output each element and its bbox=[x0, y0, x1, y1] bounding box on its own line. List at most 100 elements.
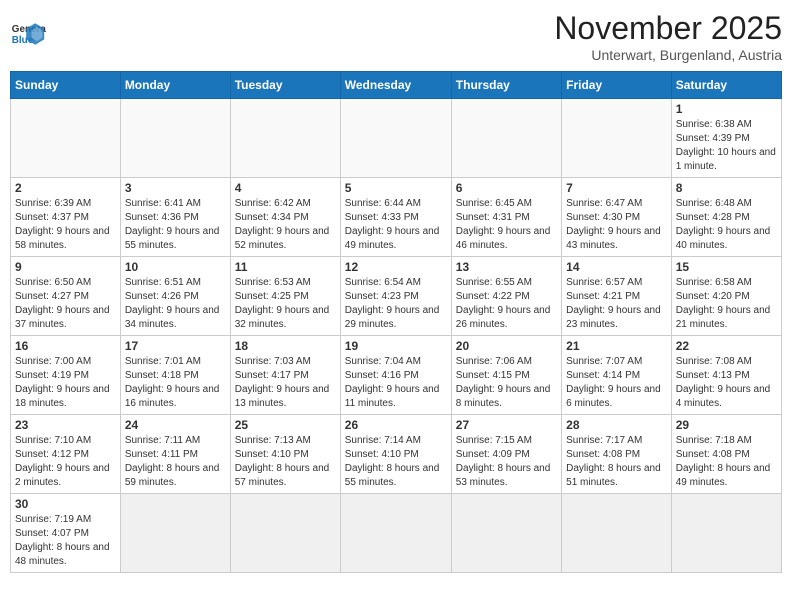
day-info: Sunrise: 7:18 AM Sunset: 4:08 PM Dayligh… bbox=[676, 434, 777, 490]
day-number: 22 bbox=[676, 339, 777, 353]
day-number: 5 bbox=[345, 181, 447, 195]
week-row-4: 16 Sunrise: 7:00 AM Sunset: 4:19 PM Dayli… bbox=[11, 336, 782, 415]
day-cell bbox=[340, 494, 451, 573]
day-number: 15 bbox=[676, 260, 777, 274]
day-cell: 8Sunrise: 6:48 AM Sunset: 4:28 PM Daylig… bbox=[671, 178, 781, 257]
day-cell bbox=[562, 494, 672, 573]
day-number: 19 bbox=[345, 339, 447, 353]
week-row-5: 23Sunrise: 7:10 AM Sunset: 4:12 PM Dayli… bbox=[11, 415, 782, 494]
day-info: Sunrise: 7:13 AM Sunset: 4:10 PM Dayligh… bbox=[235, 434, 336, 490]
day-info: Sunrise: 7:19 AM Sunset: 4:07 PM Dayligh… bbox=[15, 513, 116, 569]
day-number: 18 bbox=[235, 339, 336, 353]
weekday-header-row: SundayMondayTuesdayWednesdayThursdayFrid… bbox=[11, 72, 782, 99]
day-cell: 26Sunrise: 7:14 AM Sunset: 4:10 PM Dayli… bbox=[340, 415, 451, 494]
day-info: Sunrise: 7:08 AM Sunset: 4:13 PM Dayligh… bbox=[676, 355, 777, 411]
day-cell bbox=[340, 99, 451, 178]
day-info: Sunrise: 6:54 AM Sunset: 4:23 PM Dayligh… bbox=[345, 276, 447, 332]
day-cell: 1 Sunrise: 6:38 AM Sunset: 4:39 PM Daylig… bbox=[671, 99, 781, 178]
day-number: 16 bbox=[15, 339, 116, 353]
day-cell: 30 Sunrise: 7:19 AM Sunset: 4:07 PM Dayli… bbox=[11, 494, 121, 573]
day-cell: 11 Sunrise: 6:53 AM Sunset: 4:25 PM Dayli… bbox=[230, 257, 340, 336]
day-number: 13 bbox=[456, 260, 557, 274]
day-cell: 9Sunrise: 6:50 AM Sunset: 4:27 PM Daylig… bbox=[11, 257, 121, 336]
day-cell: 19Sunrise: 7:04 AM Sunset: 4:16 PM Dayli… bbox=[340, 336, 451, 415]
day-info: Sunrise: 6:50 AM Sunset: 4:27 PM Dayligh… bbox=[15, 276, 116, 332]
day-info: Sunrise: 7:15 AM Sunset: 4:09 PM Dayligh… bbox=[456, 434, 557, 490]
day-cell bbox=[451, 99, 561, 178]
weekday-header-sunday: Sunday bbox=[11, 72, 121, 99]
day-cell: 4Sunrise: 6:42 AM Sunset: 4:34 PM Daylig… bbox=[230, 178, 340, 257]
weekday-header-friday: Friday bbox=[562, 72, 672, 99]
day-cell: 17 Sunrise: 7:01 AM Sunset: 4:18 PM Dayli… bbox=[120, 336, 230, 415]
day-info: Sunrise: 7:17 AM Sunset: 4:08 PM Dayligh… bbox=[566, 434, 667, 490]
day-cell: 24 Sunrise: 7:11 AM Sunset: 4:11 PM Dayli… bbox=[120, 415, 230, 494]
title-area: November 2025 Unterwart, Burgenland, Aus… bbox=[554, 10, 782, 63]
day-cell bbox=[230, 99, 340, 178]
day-info: Sunrise: 6:48 AM Sunset: 4:28 PM Dayligh… bbox=[676, 197, 777, 253]
day-number: 10 bbox=[125, 260, 226, 274]
day-cell: 27 Sunrise: 7:15 AM Sunset: 4:09 PM Dayli… bbox=[451, 415, 561, 494]
month-title: November 2025 bbox=[554, 10, 782, 47]
day-info: Sunrise: 7:14 AM Sunset: 4:10 PM Dayligh… bbox=[345, 434, 447, 490]
day-cell: 22 Sunrise: 7:08 AM Sunset: 4:13 PM Dayli… bbox=[671, 336, 781, 415]
logo: General Blue bbox=[10, 10, 46, 52]
day-cell bbox=[451, 494, 561, 573]
day-info: Sunrise: 7:07 AM Sunset: 4:14 PM Dayligh… bbox=[566, 355, 667, 411]
weekday-header-wednesday: Wednesday bbox=[340, 72, 451, 99]
day-cell: 14Sunrise: 6:57 AM Sunset: 4:21 PM Dayli… bbox=[562, 257, 672, 336]
day-info: Sunrise: 6:55 AM Sunset: 4:22 PM Dayligh… bbox=[456, 276, 557, 332]
day-info: Sunrise: 6:44 AM Sunset: 4:33 PM Dayligh… bbox=[345, 197, 447, 253]
day-info: Sunrise: 7:11 AM Sunset: 4:11 PM Dayligh… bbox=[125, 434, 226, 490]
day-number: 6 bbox=[456, 181, 557, 195]
day-info: Sunrise: 6:39 AM Sunset: 4:37 PM Dayligh… bbox=[15, 197, 116, 253]
day-cell bbox=[120, 99, 230, 178]
day-number: 11 bbox=[235, 260, 336, 274]
week-row-6: 30 Sunrise: 7:19 AM Sunset: 4:07 PM Dayli… bbox=[11, 494, 782, 573]
day-cell: 3Sunrise: 6:41 AM Sunset: 4:36 PM Daylig… bbox=[120, 178, 230, 257]
day-cell bbox=[671, 494, 781, 573]
day-number: 25 bbox=[235, 418, 336, 432]
day-cell: 6 Sunrise: 6:45 AM Sunset: 4:31 PM Daylig… bbox=[451, 178, 561, 257]
day-info: Sunrise: 6:53 AM Sunset: 4:25 PM Dayligh… bbox=[235, 276, 336, 332]
day-cell bbox=[120, 494, 230, 573]
day-number: 3 bbox=[125, 181, 226, 195]
day-cell: 20 Sunrise: 7:06 AM Sunset: 4:15 PM Dayli… bbox=[451, 336, 561, 415]
day-number: 30 bbox=[15, 497, 116, 511]
day-info: Sunrise: 6:58 AM Sunset: 4:20 PM Dayligh… bbox=[676, 276, 777, 332]
day-number: 1 bbox=[676, 102, 777, 116]
day-info: Sunrise: 6:38 AM Sunset: 4:39 PM Dayligh… bbox=[676, 118, 777, 174]
day-info: Sunrise: 6:45 AM Sunset: 4:31 PM Dayligh… bbox=[456, 197, 557, 253]
day-info: Sunrise: 7:03 AM Sunset: 4:17 PM Dayligh… bbox=[235, 355, 336, 411]
day-cell: 13 Sunrise: 6:55 AM Sunset: 4:22 PM Dayli… bbox=[451, 257, 561, 336]
day-number: 27 bbox=[456, 418, 557, 432]
day-info: Sunrise: 6:42 AM Sunset: 4:34 PM Dayligh… bbox=[235, 197, 336, 253]
day-cell: 7Sunrise: 6:47 AM Sunset: 4:30 PM Daylig… bbox=[562, 178, 672, 257]
weekday-header-thursday: Thursday bbox=[451, 72, 561, 99]
day-cell bbox=[11, 99, 121, 178]
week-row-2: 2 Sunrise: 6:39 AM Sunset: 4:37 PM Daylig… bbox=[11, 178, 782, 257]
weekday-header-saturday: Saturday bbox=[671, 72, 781, 99]
day-number: 20 bbox=[456, 339, 557, 353]
header: General Blue November 2025 Unterwart, Bu… bbox=[10, 10, 782, 63]
logo-icon: General Blue bbox=[10, 16, 46, 52]
day-number: 12 bbox=[345, 260, 447, 274]
day-cell: 2 Sunrise: 6:39 AM Sunset: 4:37 PM Daylig… bbox=[11, 178, 121, 257]
day-number: 14 bbox=[566, 260, 667, 274]
day-cell: 16 Sunrise: 7:00 AM Sunset: 4:19 PM Dayli… bbox=[11, 336, 121, 415]
day-info: Sunrise: 6:51 AM Sunset: 4:26 PM Dayligh… bbox=[125, 276, 226, 332]
day-number: 23 bbox=[15, 418, 116, 432]
day-number: 24 bbox=[125, 418, 226, 432]
week-row-1: 1 Sunrise: 6:38 AM Sunset: 4:39 PM Daylig… bbox=[11, 99, 782, 178]
weekday-header-monday: Monday bbox=[120, 72, 230, 99]
day-number: 7 bbox=[566, 181, 667, 195]
day-info: Sunrise: 7:06 AM Sunset: 4:15 PM Dayligh… bbox=[456, 355, 557, 411]
day-cell: 23Sunrise: 7:10 AM Sunset: 4:12 PM Dayli… bbox=[11, 415, 121, 494]
day-number: 17 bbox=[125, 339, 226, 353]
location-subtitle: Unterwart, Burgenland, Austria bbox=[554, 47, 782, 63]
day-cell: 5 Sunrise: 6:44 AM Sunset: 4:33 PM Daylig… bbox=[340, 178, 451, 257]
day-number: 2 bbox=[15, 181, 116, 195]
day-info: Sunrise: 7:01 AM Sunset: 4:18 PM Dayligh… bbox=[125, 355, 226, 411]
day-number: 28 bbox=[566, 418, 667, 432]
day-info: Sunrise: 7:00 AM Sunset: 4:19 PM Dayligh… bbox=[15, 355, 116, 411]
week-row-3: 9Sunrise: 6:50 AM Sunset: 4:27 PM Daylig… bbox=[11, 257, 782, 336]
